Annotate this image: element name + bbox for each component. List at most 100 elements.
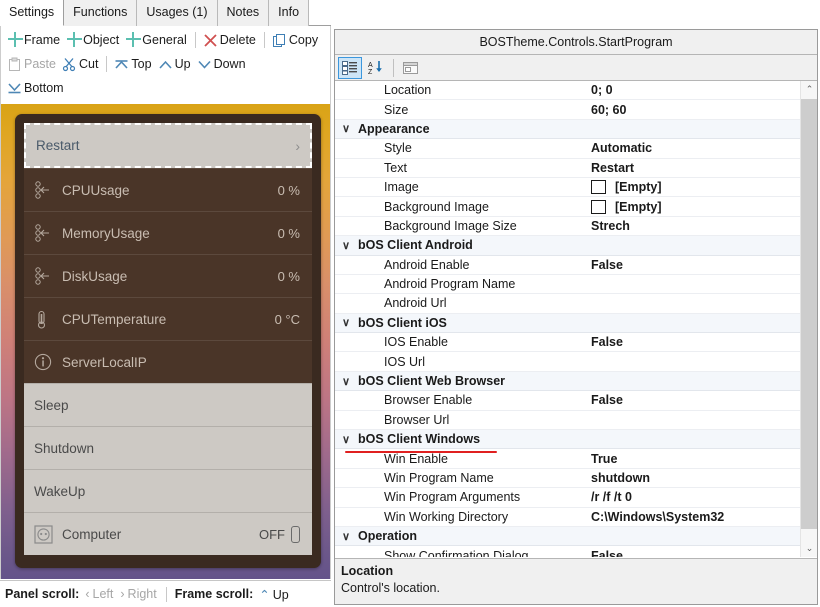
- up-button[interactable]: Up: [157, 53, 196, 75]
- preview-tile-computer[interactable]: ComputerOFF: [24, 512, 312, 555]
- property-value[interactable]: [Empty]: [587, 200, 800, 214]
- bottom-button[interactable]: Bottom: [6, 77, 69, 99]
- property-value[interactable]: 60; 60: [587, 103, 800, 117]
- preview-tile-serverlocalip[interactable]: ServerLocalIP: [24, 340, 312, 383]
- property-row-image[interactable]: Image[Empty]: [335, 178, 800, 197]
- expander-icon[interactable]: ∨: [335, 530, 357, 543]
- property-row-win-program-arguments[interactable]: Win Program Arguments/r /f /t 0: [335, 488, 800, 507]
- property-row-ios-url[interactable]: IOS Url: [335, 352, 800, 371]
- property-row-operation[interactable]: ∨Operation: [335, 527, 800, 546]
- tab-notes[interactable]: Notes: [218, 0, 270, 26]
- preview-tile-sleep[interactable]: Sleep: [24, 383, 312, 426]
- expander-icon[interactable]: ∨: [335, 433, 357, 446]
- copy-button[interactable]: Copy: [271, 29, 323, 51]
- preview-tile-diskusage[interactable]: DiskUsage0 %: [24, 254, 312, 297]
- property-row-bos-client-windows[interactable]: ∨bOS Client Windows: [335, 430, 800, 449]
- property-value[interactable]: /r /f /t 0: [587, 490, 800, 504]
- preview-tile-cpuusage[interactable]: CPUUsage0 %: [24, 168, 312, 211]
- property-name: Location: [357, 83, 587, 97]
- property-value[interactable]: False: [587, 549, 800, 557]
- property-row-appearance[interactable]: ∨Appearance: [335, 120, 800, 139]
- property-value[interactable]: C:\Windows\System32: [587, 510, 800, 524]
- svg-text:Z: Z: [368, 69, 373, 75]
- object-button[interactable]: Object: [65, 29, 124, 51]
- property-value[interactable]: shutdown: [587, 471, 800, 485]
- property-pages-button[interactable]: [399, 57, 423, 79]
- property-row-background-image-size[interactable]: Background Image SizeStrech: [335, 217, 800, 236]
- property-row-ios-enable[interactable]: IOS EnableFalse: [335, 333, 800, 352]
- property-row-bos-client-android[interactable]: ∨bOS Client Android: [335, 236, 800, 255]
- property-row-browser-url[interactable]: Browser Url: [335, 411, 800, 430]
- image-swatch: [591, 180, 606, 194]
- delete-button[interactable]: Delete: [202, 29, 261, 51]
- expander-icon[interactable]: ∨: [335, 239, 357, 252]
- tab-info[interactable]: Info: [269, 0, 309, 26]
- property-row-text[interactable]: TextRestart: [335, 159, 800, 178]
- property-name: Style: [357, 141, 587, 155]
- status-divider: [166, 587, 167, 602]
- property-grid-scrollbar[interactable]: ⌃ ⌄: [800, 81, 817, 557]
- property-value[interactable]: True: [587, 452, 800, 466]
- down-button[interactable]: Down: [196, 53, 251, 75]
- property-row-win-program-name[interactable]: Win Program Nameshutdown: [335, 469, 800, 488]
- scroll-down-button[interactable]: ⌄: [801, 540, 817, 557]
- property-value[interactable]: [Empty]: [587, 180, 800, 194]
- property-name: Android Enable: [357, 258, 587, 272]
- property-value[interactable]: Strech: [587, 219, 800, 233]
- property-row-bos-client-ios[interactable]: ∨bOS Client iOS: [335, 314, 800, 333]
- tab-settings[interactable]: Settings: [0, 0, 64, 26]
- expander-icon[interactable]: ∨: [335, 122, 357, 135]
- property-row-win-working-directory[interactable]: Win Working DirectoryC:\Windows\System32: [335, 508, 800, 527]
- preview-tile-cputemperature[interactable]: CPUTemperature0 °C: [24, 297, 312, 340]
- property-value[interactable]: 0; 0: [587, 83, 800, 97]
- tab-functions[interactable]: Functions: [64, 0, 137, 26]
- property-value[interactable]: False: [587, 258, 800, 272]
- property-row-background-image[interactable]: Background Image[Empty]: [335, 197, 800, 216]
- power-toggle[interactable]: [291, 526, 300, 543]
- cut-button[interactable]: Cut: [61, 53, 103, 75]
- tile-label: Shutdown: [34, 441, 300, 456]
- property-row-location[interactable]: Location0; 0: [335, 81, 800, 100]
- property-grid-pane: BOSTheme.Controls.StartProgram A Z: [334, 29, 818, 605]
- tile-icon-slot: [34, 525, 62, 544]
- property-row-android-enable[interactable]: Android EnableFalse: [335, 256, 800, 275]
- panel-scroll-right-button[interactable]: ›Right: [120, 587, 156, 601]
- property-value[interactable]: Restart: [587, 161, 800, 175]
- property-row-android-program-name[interactable]: Android Program Name: [335, 275, 800, 294]
- tile-value: OFF: [259, 527, 285, 542]
- property-row-browser-enable[interactable]: Browser EnableFalse: [335, 391, 800, 410]
- property-name: Background Image: [357, 200, 587, 214]
- scrollbar-thumb[interactable]: [801, 99, 817, 529]
- panel-scroll-left-button[interactable]: ‹Left: [85, 587, 113, 601]
- property-row-show-confirmation-dialog[interactable]: Show Confirmation DialogFalse: [335, 546, 800, 557]
- categorized-view-button[interactable]: [338, 57, 362, 79]
- panel-scroll-right-label: Right: [128, 587, 157, 601]
- property-row-bos-client-web-browser[interactable]: ∨bOS Client Web Browser: [335, 372, 800, 391]
- preview-tile-restart[interactable]: Restart›: [24, 123, 312, 168]
- expander-icon[interactable]: ∨: [335, 316, 357, 329]
- property-row-size[interactable]: Size60; 60: [335, 100, 800, 119]
- scroll-up-button[interactable]: ⌃: [801, 81, 817, 98]
- frame-scroll-up-button[interactable]: ⌃Up: [259, 587, 288, 602]
- tile-label: ServerLocalIP: [62, 355, 300, 370]
- top-label: Top: [131, 57, 151, 71]
- property-row-android-url[interactable]: Android Url: [335, 294, 800, 313]
- general-label: General: [142, 33, 186, 47]
- property-value[interactable]: False: [587, 335, 800, 349]
- preview-tile-shutdown[interactable]: Shutdown: [24, 426, 312, 469]
- frame-button[interactable]: Frame: [6, 29, 65, 51]
- property-row-style[interactable]: StyleAutomatic: [335, 139, 800, 158]
- highlight-underline: [345, 451, 497, 453]
- panel-scroll-label: Panel scroll:: [5, 587, 79, 601]
- expander-icon[interactable]: ∨: [335, 375, 357, 388]
- property-value[interactable]: Automatic: [587, 141, 800, 155]
- command-toolbar-row-2: PasteCutTopUpDown: [6, 53, 326, 77]
- alphabetical-view-button[interactable]: A Z: [364, 57, 388, 79]
- property-value[interactable]: False: [587, 393, 800, 407]
- preview-tile-memoryusage[interactable]: MemoryUsage0 %: [24, 211, 312, 254]
- chevron-up-icon: ⌃: [259, 588, 269, 602]
- general-button[interactable]: General: [124, 29, 191, 51]
- preview-tile-wakeup[interactable]: WakeUp: [24, 469, 312, 512]
- tab-usages-1[interactable]: Usages (1): [137, 0, 217, 26]
- top-button[interactable]: Top: [113, 53, 156, 75]
